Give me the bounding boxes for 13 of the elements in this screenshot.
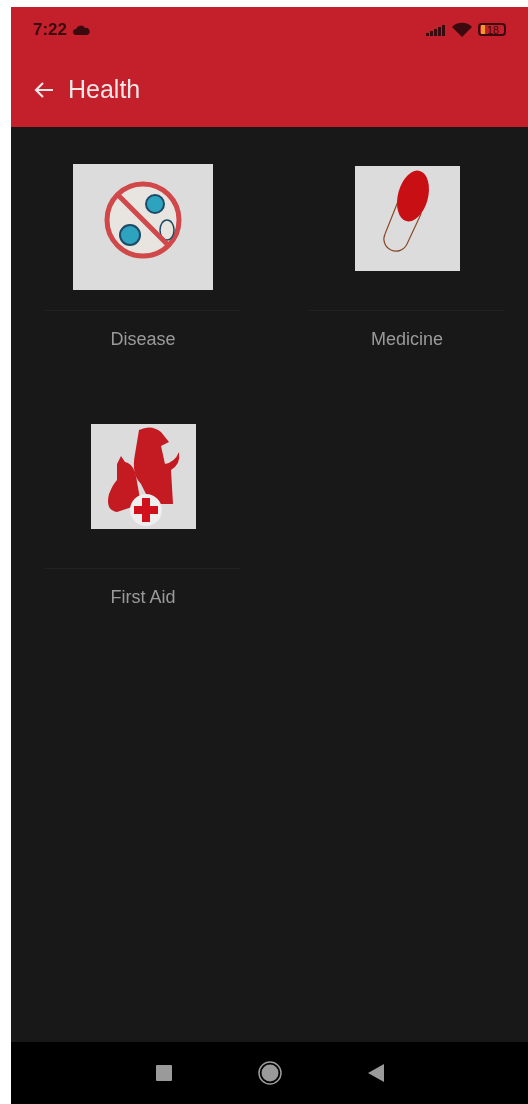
back-button[interactable] [34,80,54,99]
signal-icon [426,23,446,36]
clock-time: 7:22 [33,19,68,40]
category-label[interactable]: First Aid [110,587,176,608]
battery-level: 18 [487,23,500,36]
category-label[interactable]: Medicine [370,329,443,350]
home-button[interactable] [257,1061,282,1085]
screen-title: Health [68,75,141,104]
wifi-icon [452,22,472,37]
cloud-icon [73,24,91,35]
recents-button[interactable] [155,1065,172,1081]
category-label[interactable]: Disease [110,329,176,350]
back-nav-button[interactable] [367,1064,384,1082]
